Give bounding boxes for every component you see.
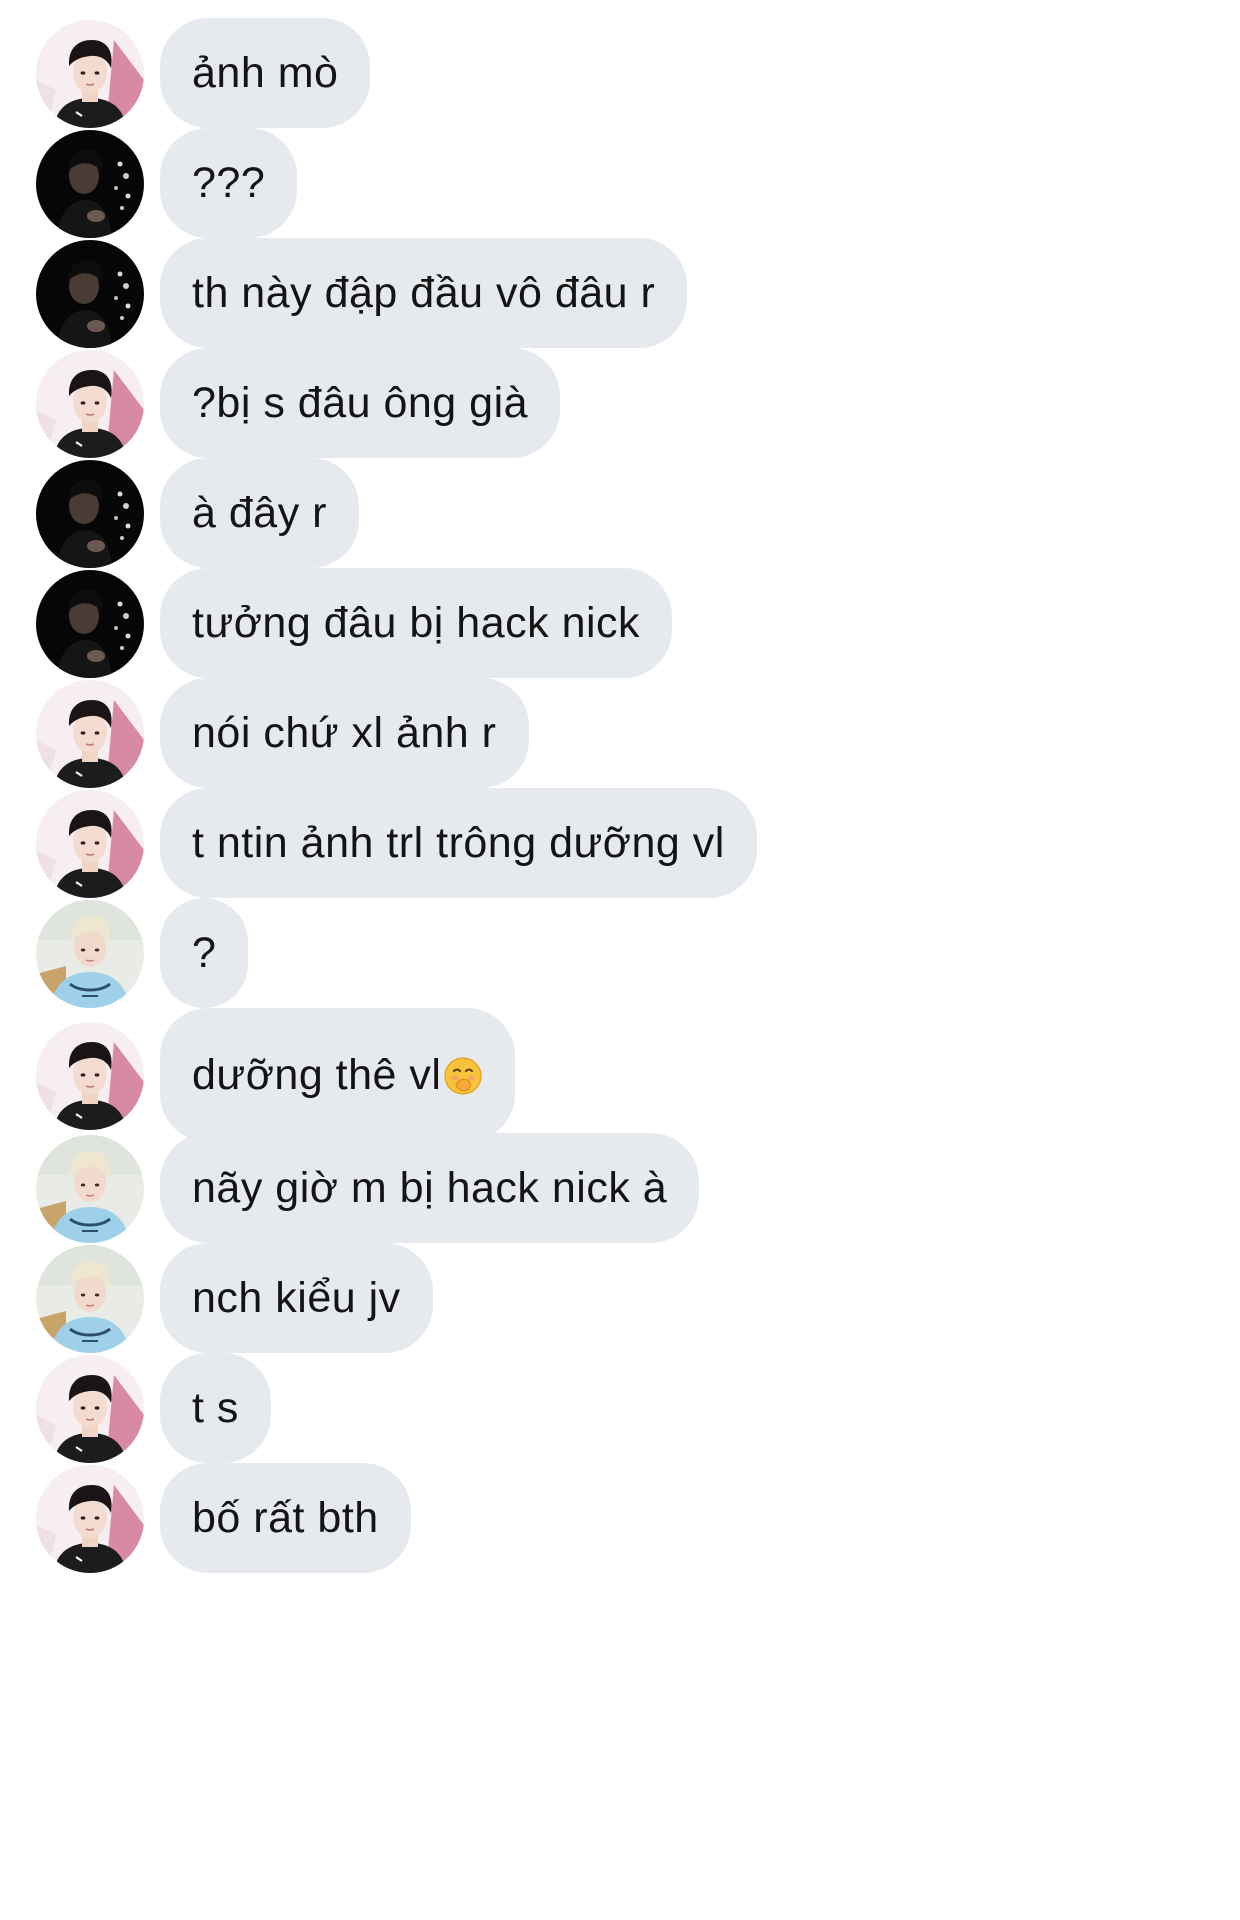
avatar-boy-pink-image: [36, 350, 144, 458]
message-bubble[interactable]: t s: [160, 1353, 271, 1463]
message-text: bố rất bth: [192, 1494, 379, 1542]
message-text: th này đập đầu vô đâu r: [192, 269, 656, 317]
message-row: ảnh mò: [0, 18, 1240, 138]
avatar-boy-pink-image: [36, 790, 144, 898]
message-row: nãy giờ m bị hack nick à: [0, 1133, 1240, 1253]
message-text: tưởng đâu bị hack nick: [192, 599, 641, 647]
avatar-dark-photo-image: [36, 570, 144, 678]
message-text: t ntin ảnh trl trông dưỡng vl: [192, 819, 725, 867]
message-bubble[interactable]: ?: [160, 898, 249, 1008]
message-bubble[interactable]: nói chứ xl ảnh r: [160, 678, 529, 788]
avatar-boy-pink[interactable]: [36, 20, 144, 128]
avatar-boy-pink-image: [36, 1355, 144, 1463]
avatar-dark-photo-image: [36, 130, 144, 238]
avatar-boy-pink-image: [36, 1465, 144, 1573]
message-bubble[interactable]: ảnh mò: [160, 18, 371, 128]
message-bubble[interactable]: nch kiểu jv: [160, 1243, 433, 1353]
message-text: nãy giờ m bị hack nick à: [192, 1164, 668, 1212]
avatar-blonde-blue-image: [36, 1135, 144, 1243]
message-row: bố rất bth: [0, 1463, 1240, 1583]
avatar-boy-pink-image: [36, 20, 144, 128]
avatar-dark-photo[interactable]: [36, 570, 144, 678]
avatar-boy-pink-image: [36, 680, 144, 788]
avatar-dark-photo[interactable]: [36, 240, 144, 348]
message-row: tưởng đâu bị hack nick: [0, 568, 1240, 688]
message-bubble[interactable]: tưởng đâu bị hack nick: [160, 568, 673, 678]
message-row: ?bị s đâu ông già: [0, 348, 1240, 468]
message-row: ???: [0, 128, 1240, 248]
message-text: à đây r: [192, 489, 327, 537]
avatar-boy-pink-image: [36, 1022, 144, 1130]
message-text: ???: [192, 159, 266, 207]
message-bubble[interactable]: dưỡng thê vl: [160, 1008, 516, 1142]
avatar-dark-photo-image: [36, 240, 144, 348]
message-text: ảnh mò: [192, 49, 339, 97]
avatar-blonde-blue[interactable]: [36, 1135, 144, 1243]
message-row: t s: [0, 1353, 1240, 1473]
message-row: à đây r: [0, 458, 1240, 578]
avatar-boy-pink[interactable]: [36, 1465, 144, 1573]
avatar-blonde-blue-image: [36, 900, 144, 1008]
message-bubble[interactable]: à đây r: [160, 458, 359, 568]
avatar-blonde-blue[interactable]: [36, 900, 144, 1008]
message-text: dưỡng thê vl: [192, 1051, 442, 1099]
message-text: nch kiểu jv: [192, 1274, 401, 1322]
message-bubble[interactable]: th này đập đầu vô đâu r: [160, 238, 688, 348]
message-row: th này đập đầu vô đâu r: [0, 238, 1240, 358]
message-row: t ntin ảnh trl trông dưỡng vl: [0, 788, 1240, 908]
avatar-dark-photo[interactable]: [36, 460, 144, 568]
avatar-boy-pink[interactable]: [36, 1355, 144, 1463]
avatar-blonde-blue-image: [36, 1245, 144, 1353]
avatar-boy-pink[interactable]: [36, 790, 144, 898]
avatar-blonde-blue[interactable]: [36, 1245, 144, 1353]
message-row: nói chứ xl ảnh r: [0, 678, 1240, 798]
chat-thread: ảnh mò ??? th này đập đầu vô đâu r ?bị s…: [0, 0, 1240, 1920]
message-bubble[interactable]: t ntin ảnh trl trông dưỡng vl: [160, 788, 757, 898]
avatar-boy-pink[interactable]: [36, 680, 144, 788]
avatar-boy-pink[interactable]: [36, 1022, 144, 1130]
message-row: dưỡng thê vl: [0, 1008, 1240, 1142]
message-text: ?bị s đâu ông già: [192, 379, 529, 427]
message-text: ?: [192, 929, 217, 977]
message-row: ?: [0, 898, 1240, 1018]
avatar-dark-photo[interactable]: [36, 130, 144, 238]
message-bubble[interactable]: bố rất bth: [160, 1463, 411, 1573]
message-bubble[interactable]: ???: [160, 128, 298, 238]
avatar-dark-photo-image: [36, 460, 144, 568]
message-text: nói chứ xl ảnh r: [192, 709, 497, 757]
message-bubble[interactable]: nãy giờ m bị hack nick à: [160, 1133, 700, 1243]
avatar-boy-pink[interactable]: [36, 350, 144, 458]
message-text: t s: [192, 1384, 239, 1432]
message-row: nch kiểu jv: [0, 1243, 1240, 1363]
face-with-hand-over-mouth-emoji: [443, 1056, 483, 1096]
message-bubble[interactable]: ?bị s đâu ông già: [160, 348, 561, 458]
